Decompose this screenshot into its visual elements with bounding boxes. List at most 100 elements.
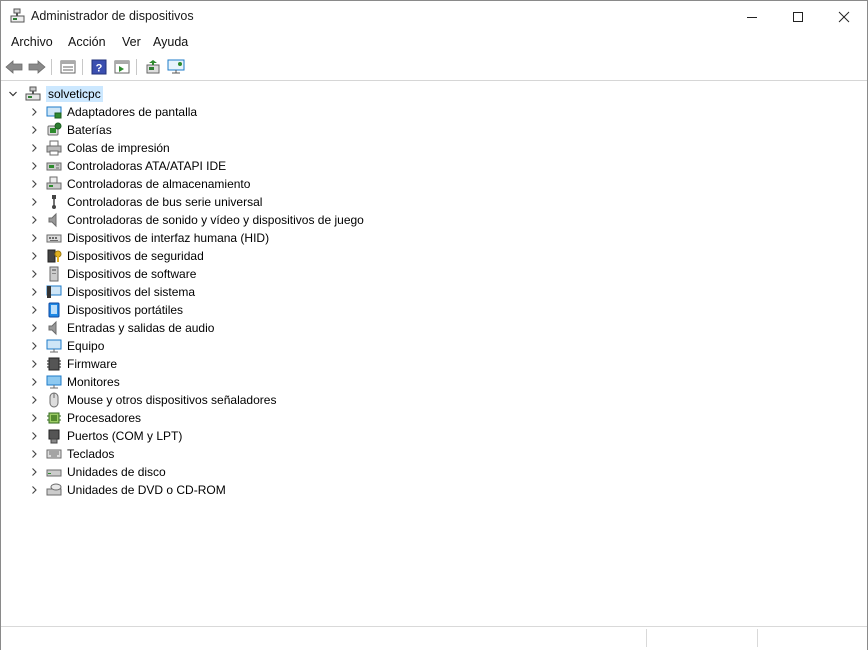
tree-category-item[interactable]: Controladoras de sonido y vídeo y dispos… (27, 211, 364, 229)
tree-category-item[interactable]: Mouse y otros dispositivos señaladores (27, 391, 276, 409)
maximize-button[interactable] (775, 1, 821, 32)
chevron-right-icon[interactable] (27, 157, 41, 175)
tree-category-item[interactable]: Dispositivos portátiles (27, 301, 183, 319)
tree-category-item[interactable]: Unidades de DVD o CD-ROM (27, 481, 226, 499)
chevron-right-icon[interactable] (27, 319, 41, 337)
chevron-right-icon[interactable] (27, 409, 41, 427)
monitor-icon (46, 374, 62, 390)
tree-category-item[interactable]: Monitores (27, 373, 120, 391)
tree-category-label[interactable]: Controladoras de almacenamiento (67, 177, 250, 191)
tree-category-label[interactable]: Controladoras de sonido y vídeo y dispos… (67, 213, 364, 227)
ide-controller-icon (46, 158, 62, 174)
tree-category-label[interactable]: Dispositivos de interfaz humana (HID) (67, 231, 269, 245)
properties-button[interactable] (58, 57, 78, 77)
device-manager-icon (10, 8, 26, 24)
chevron-right-icon[interactable] (27, 139, 41, 157)
toolbar-separator (136, 59, 137, 75)
tree-category-item[interactable]: Teclados (27, 445, 114, 463)
tree-root[interactable]: solveticpc (6, 85, 103, 103)
tree-category-label[interactable]: Entradas y salidas de audio (67, 321, 214, 335)
tree-category-label[interactable]: Dispositivos de seguridad (67, 249, 204, 263)
tree-category-label[interactable]: Monitores (67, 375, 120, 389)
chevron-right-icon[interactable] (27, 355, 41, 373)
tree-category-item[interactable]: Colas de impresión (27, 139, 170, 157)
menu-ayuda[interactable]: Ayuda (153, 35, 188, 49)
chevron-right-icon[interactable] (27, 121, 41, 139)
status-bar (1, 626, 867, 650)
update-driver-button[interactable] (112, 57, 132, 77)
scan-hardware-button[interactable] (143, 57, 163, 77)
tree-category-label[interactable]: Unidades de DVD o CD-ROM (67, 483, 226, 497)
chevron-right-icon[interactable] (27, 283, 41, 301)
tree-category-label[interactable]: Adaptadores de pantalla (67, 105, 197, 119)
security-key-icon (46, 248, 62, 264)
tree-category-item[interactable]: Controladoras ATA/ATAPI IDE (27, 157, 226, 175)
tree-category-item[interactable]: Puertos (COM y LPT) (27, 427, 182, 445)
chevron-right-icon[interactable] (27, 301, 41, 319)
menu-archivo[interactable]: Archivo (11, 35, 53, 49)
chevron-right-icon[interactable] (27, 481, 41, 499)
tree-category-label[interactable]: Dispositivos portátiles (67, 303, 183, 317)
back-button[interactable] (4, 57, 24, 77)
monitor-button[interactable] (166, 57, 186, 77)
chevron-right-icon[interactable] (27, 427, 41, 445)
tree-category-item[interactable]: Unidades de disco (27, 463, 166, 481)
tree-category-item[interactable]: Dispositivos del sistema (27, 283, 195, 301)
tree-category-item[interactable]: Dispositivos de interfaz humana (HID) (27, 229, 269, 247)
chevron-right-icon[interactable] (27, 391, 41, 409)
tree-category-label[interactable]: Firmware (67, 357, 117, 371)
tree-category-label[interactable]: Controladoras de bus serie universal (67, 195, 262, 209)
tree-category-label[interactable]: Baterías (67, 123, 112, 137)
tree-category-label[interactable]: Procesadores (67, 411, 141, 425)
tree-category-label[interactable]: Mouse y otros dispositivos señaladores (67, 393, 276, 407)
tree-category-item[interactable]: Equipo (27, 337, 104, 355)
chevron-right-icon[interactable] (27, 175, 41, 193)
monitor-icon (167, 59, 185, 74)
chevron-right-icon[interactable] (27, 265, 41, 283)
tree-category-item[interactable]: Controladoras de almacenamiento (27, 175, 250, 193)
tree-category-item[interactable]: Dispositivos de software (27, 265, 196, 283)
chevron-down-icon[interactable] (6, 85, 20, 103)
minimize-button[interactable] (729, 1, 775, 32)
menu-ver[interactable]: Ver (122, 35, 141, 49)
hid-icon (46, 230, 62, 246)
chevron-right-icon[interactable] (27, 247, 41, 265)
tree-category-label[interactable]: Dispositivos de software (67, 267, 196, 281)
tree-category-item[interactable]: Firmware (27, 355, 117, 373)
chevron-right-icon[interactable] (27, 373, 41, 391)
system-device-icon (46, 284, 62, 300)
portable-device-icon (46, 302, 62, 318)
chevron-right-icon[interactable] (27, 229, 41, 247)
disk-drive-icon (46, 464, 62, 480)
speaker-icon (46, 212, 62, 228)
chevron-right-icon[interactable] (27, 211, 41, 229)
tree-category-item[interactable]: Baterías (27, 121, 112, 139)
tree-category-label[interactable]: Equipo (67, 339, 104, 353)
tree-category-label[interactable]: Puertos (COM y LPT) (67, 429, 182, 443)
tree-category-item[interactable]: Procesadores (27, 409, 141, 427)
tree-category-label[interactable]: Unidades de disco (67, 465, 166, 479)
root-computer-label[interactable]: solveticpc (46, 86, 103, 102)
chevron-right-icon[interactable] (27, 193, 41, 211)
tree-category-label[interactable]: Colas de impresión (67, 141, 170, 155)
tree-category-item[interactable]: Entradas y salidas de audio (27, 319, 214, 337)
menu-bar: Archivo Acción Ver Ayuda (1, 32, 867, 54)
menu-accion[interactable]: Acción (68, 35, 106, 49)
tree-category-label[interactable]: Dispositivos del sistema (67, 285, 195, 299)
help-button[interactable]: ? (89, 57, 109, 77)
properties-icon (60, 60, 76, 74)
tree-category-item[interactable]: Dispositivos de seguridad (27, 247, 204, 265)
close-button[interactable] (821, 1, 867, 32)
forward-button[interactable] (27, 57, 47, 77)
chevron-right-icon[interactable] (27, 103, 41, 121)
forward-arrow-icon (28, 60, 46, 74)
chevron-right-icon[interactable] (27, 445, 41, 463)
tree-category-label[interactable]: Controladoras ATA/ATAPI IDE (67, 159, 226, 173)
chevron-right-icon[interactable] (27, 463, 41, 481)
tree-category-item[interactable]: Controladoras de bus serie universal (27, 193, 262, 211)
device-manager-window: Administrador de dispositivos Archivo Ac… (0, 0, 868, 650)
tree-category-label[interactable]: Teclados (67, 447, 114, 461)
maximize-icon (793, 11, 803, 22)
tree-category-item[interactable]: Adaptadores de pantalla (27, 103, 197, 121)
chevron-right-icon[interactable] (27, 337, 41, 355)
